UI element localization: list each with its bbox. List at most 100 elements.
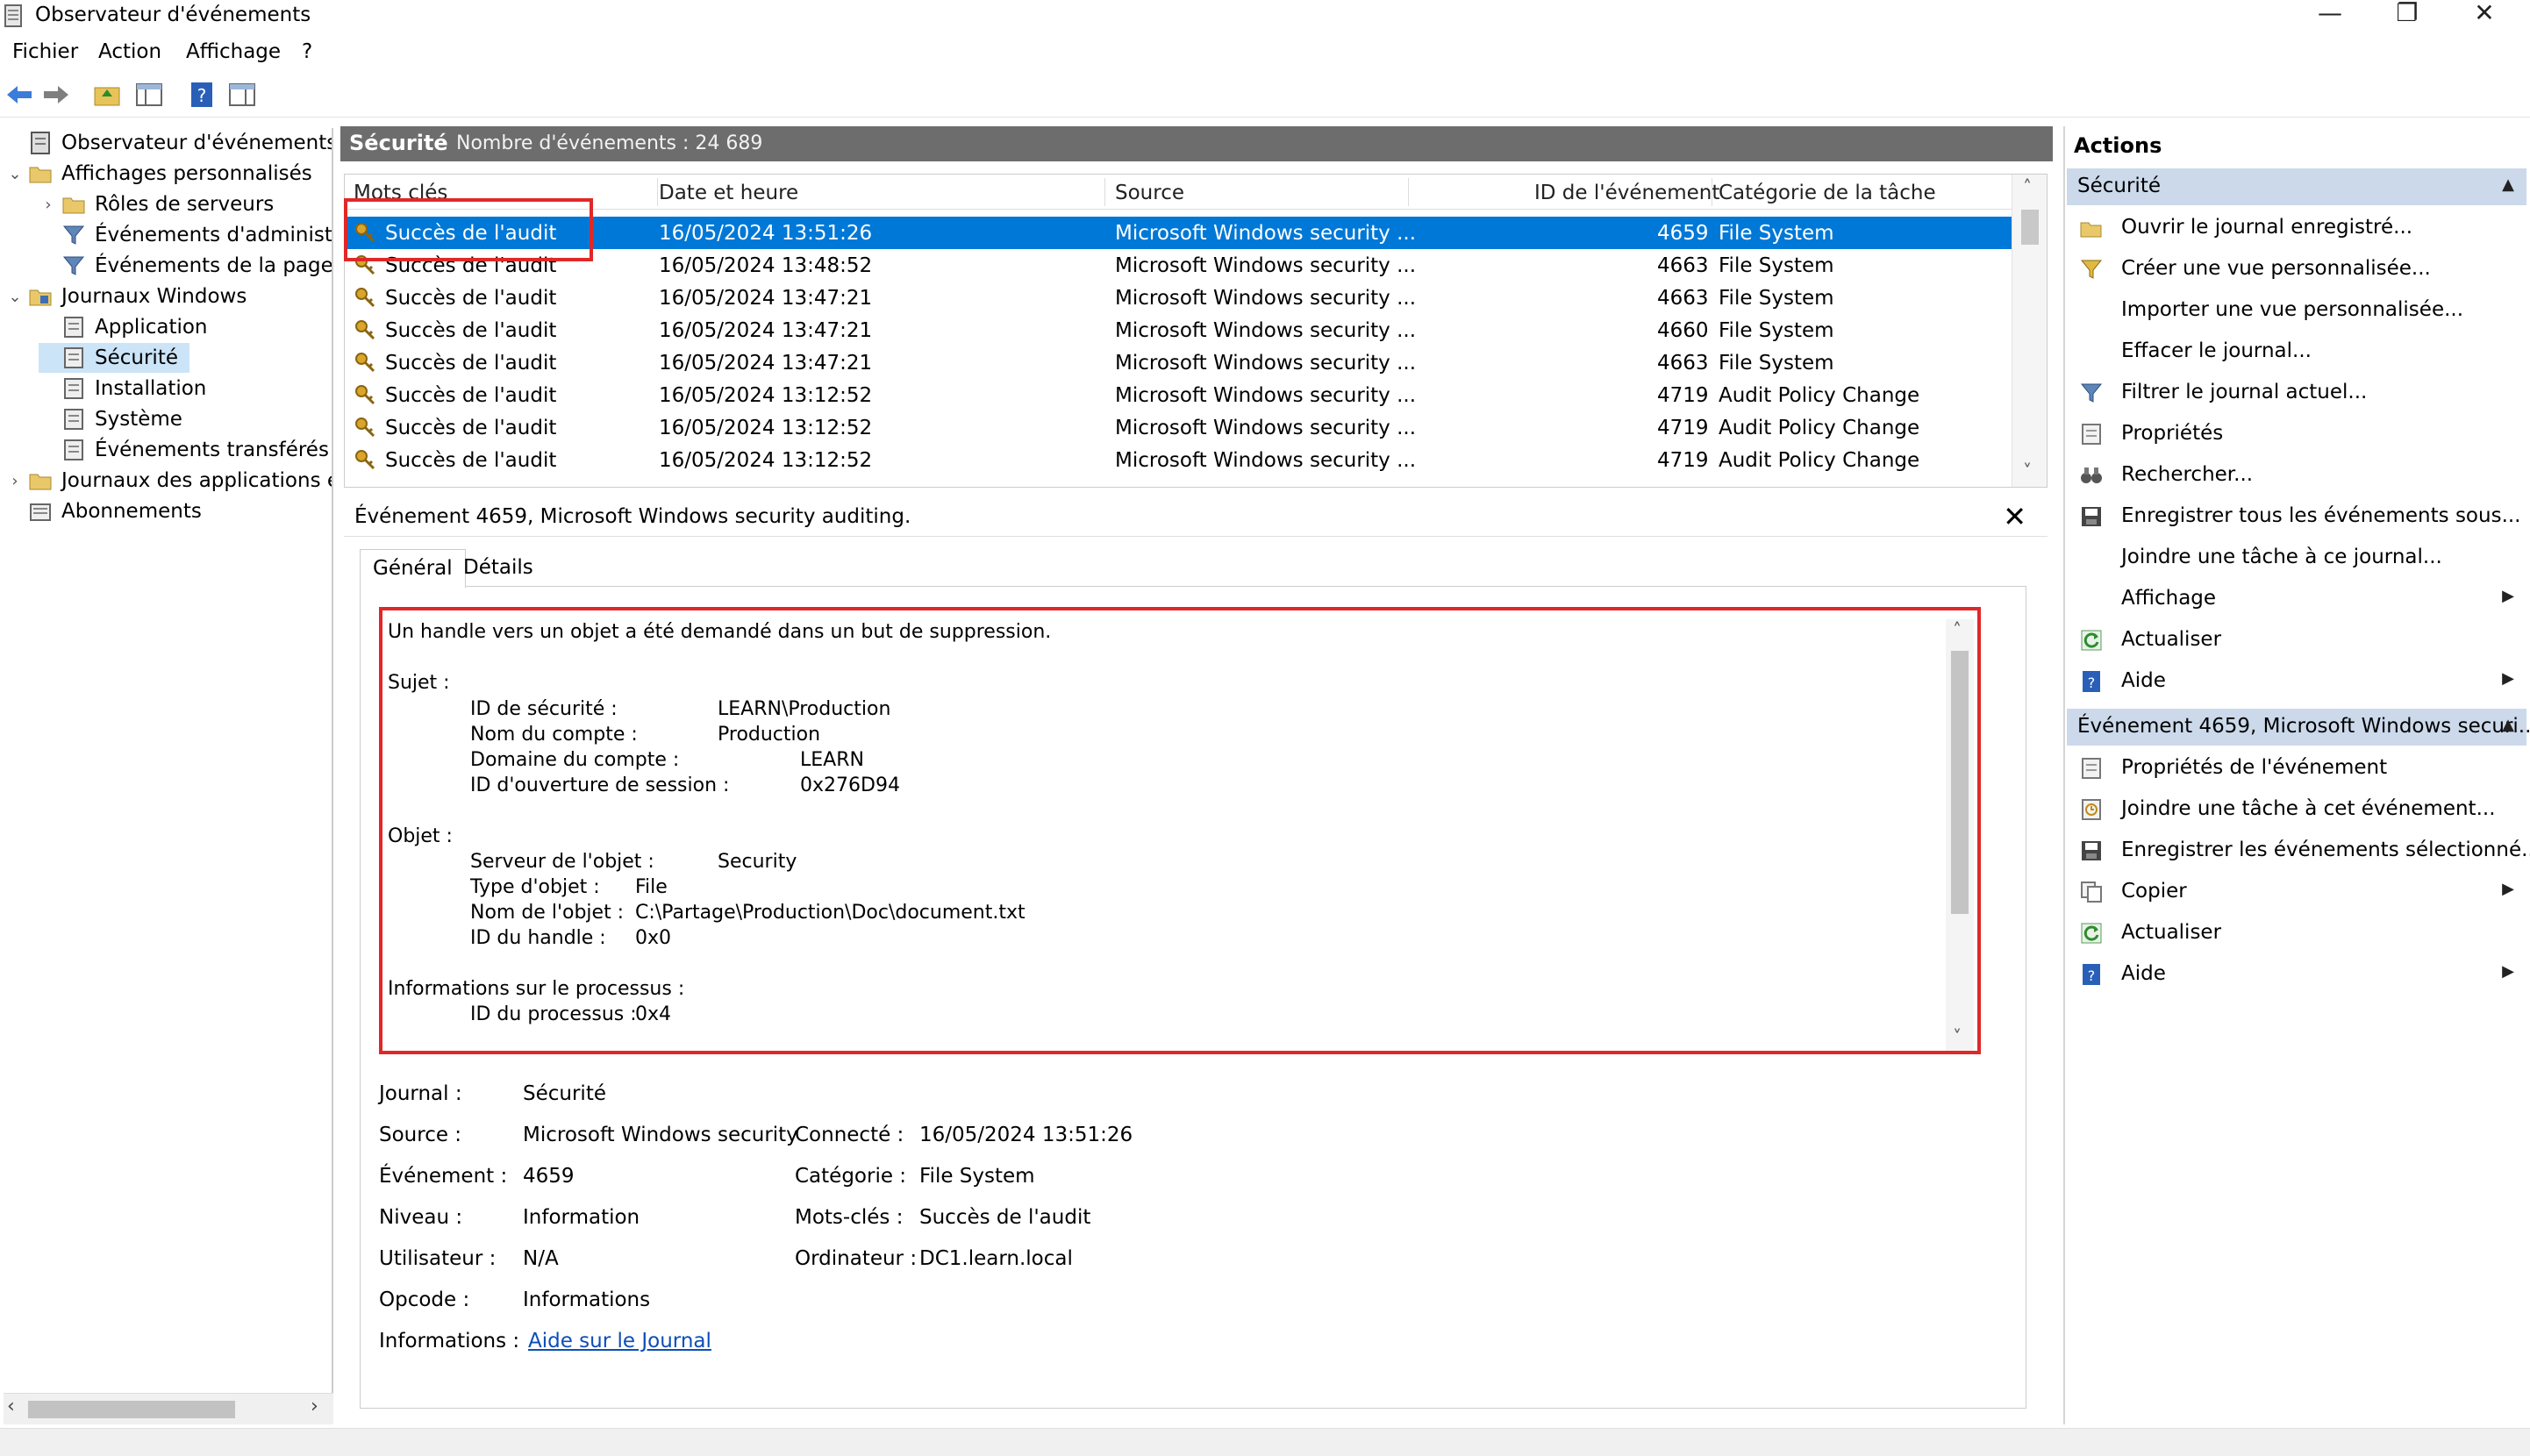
column-date[interactable]: Date et heure [659,182,798,204]
event-row[interactable]: Succès de l'audit 16/05/2024 13:12:52 Mi… [345,379,2012,411]
event-date: 16/05/2024 13:47:21 [659,319,873,342]
action-clear-log[interactable]: Effacer le journal... [2067,332,2526,371]
save-icon [2082,507,2101,526]
action-attach-task-to-log[interactable]: Joindre une tâche à ce journal... [2067,539,2526,577]
scrollbar-thumb[interactable] [1951,651,1969,914]
action-attach-task-to-event[interactable]: Joindre une tâche à cet événement... [2067,790,2526,829]
tree-twisty[interactable]: › [39,196,58,214]
action-label: Joindre une tâche à ce journal... [2121,546,2442,568]
menu-help[interactable]: ? [302,40,312,63]
action-label: Rechercher... [2121,463,2254,486]
tree-twisty[interactable]: ⌄ [5,288,25,306]
folder-up-icon[interactable] [91,79,123,111]
action-copy-submenu[interactable]: Copier ▶ [2067,873,2526,911]
help-icon[interactable]: ? [186,79,218,111]
scrollbar-thumb[interactable] [28,1401,235,1418]
column-keywords[interactable]: Mots clés [354,182,447,204]
forward-arrow-icon[interactable] [40,79,72,111]
tree-item-security[interactable]: Sécurité [39,343,189,373]
event-row[interactable]: Succès de l'audit 16/05/2024 13:47:21 Mi… [345,314,2012,346]
collapse-caret-icon[interactable]: ▲ [2502,175,2514,194]
column-divider[interactable] [657,178,658,206]
back-arrow-icon[interactable] [4,79,35,111]
event-date: 16/05/2024 13:47:21 [659,287,873,310]
action-label: Ouvrir le journal enregistré... [2121,216,2413,239]
action-label: Enregistrer tous les événements sous... [2121,504,2521,527]
event-row[interactable]: Succès de l'audit 16/05/2024 13:12:52 Mi… [345,444,2012,476]
show-hide-tree-icon[interactable] [133,79,165,111]
action-refresh[interactable]: Actualiser [2067,621,2526,660]
tab-details[interactable]: Détails [451,549,546,588]
event-row[interactable]: Succès de l'audit 16/05/2024 13:47:21 Mi… [345,282,2012,314]
tree-twisty[interactable]: › [5,472,25,490]
tree-item-page-events[interactable]: Événements de la page d [39,251,332,281]
action-import-custom-view[interactable]: Importer une vue personnalisée... [2067,291,2526,330]
action-save-selected-events[interactable]: Enregistrer les événements sélectionné..… [2067,831,2530,870]
action-save-all-events[interactable]: Enregistrer tous les événements sous... [2067,497,2526,536]
tree-item-app-service-logs[interactable]: › Journaux des applications et [5,466,332,496]
event-row[interactable]: Succès de l'audit 16/05/2024 13:47:21 Mi… [345,346,2012,379]
tree-item-installation[interactable]: Installation [39,374,206,403]
action-filter-current-log[interactable]: Filtrer le journal actuel... [2067,374,2526,412]
restore-button[interactable]: ❐ [2381,0,2434,30]
column-divider[interactable] [1408,178,1409,206]
event-row[interactable]: Succès de l'audit 16/05/2024 13:12:52 Mi… [345,411,2012,444]
close-detail-button[interactable]: ✕ [2003,500,2026,533]
tab-general[interactable]: Général [360,549,466,588]
actions-section-event[interactable]: Événement 4659, Microsoft Windows securi… [2067,709,2530,746]
scroll-left-icon[interactable]: ‹ [7,1395,15,1417]
tree-item-root[interactable]: Observateur d'événements (Loc [5,128,332,158]
prop-journal-value: Sécurité [523,1082,606,1105]
tree-twisty[interactable]: ⌄ [5,165,25,183]
close-window-button[interactable]: ✕ [2458,0,2511,30]
action-refresh[interactable]: Actualiser [2067,914,2526,953]
tree-item-custom-views[interactable]: ⌄ Affichages personnalisés [5,159,311,189]
help-icon: ? [2083,964,2100,985]
tree-item-system[interactable]: Système [39,404,182,434]
action-help-submenu[interactable]: ? Aide ▶ [2067,955,2526,994]
menu-fichier[interactable]: Fichier [12,40,78,63]
tree-item-forwarded-events[interactable]: Événements transférés [39,435,329,465]
tree-item-admin-events[interactable]: Événements d'administra [39,220,332,250]
scroll-up-icon[interactable]: ˄ [1953,619,1962,640]
event-row[interactable]: Succès de l'audit 16/05/2024 13:48:52 Mi… [345,249,2012,282]
tree-label: Sécurité [95,346,178,369]
action-label: Affichage [2121,587,2217,610]
tree-item-server-roles[interactable]: › Rôles de serveurs [39,189,274,219]
column-event-id[interactable]: ID de l'événement [1534,182,1719,204]
scrollbar-thumb[interactable] [2021,210,2039,245]
action-view-submenu[interactable]: Affichage ▶ [2067,580,2526,618]
scroll-down-icon[interactable]: ˅ [1953,1026,1962,1047]
collapse-caret-icon[interactable]: ▲ [2502,716,2514,734]
menu-action[interactable]: Action [98,40,161,63]
show-action-pane-icon[interactable] [226,79,258,111]
prop-category-label: Catégorie : [795,1165,907,1188]
event-row[interactable]: Succès de l'audit 16/05/2024 13:51:26 Mi… [345,217,2012,249]
action-help-submenu[interactable]: ? Aide ▶ [2067,662,2526,701]
menu-affichage[interactable]: Affichage [186,40,281,63]
action-create-custom-view[interactable]: Créer une vue personnalisée... [2067,250,2526,289]
scroll-up-icon[interactable]: ˄ [2023,176,2032,197]
scroll-down-icon[interactable]: ˅ [2023,460,2032,482]
action-properties[interactable]: Propriétés [2067,415,2526,453]
column-divider[interactable] [1104,178,1105,206]
action-find[interactable]: Rechercher... [2067,456,2526,495]
prop-journal-label: Journal : [379,1082,462,1105]
prop-logged-value: 16/05/2024 13:51:26 [919,1124,1133,1146]
menu-bar: Fichier Action Affichage ? [0,35,2530,67]
actions-section-security[interactable]: Sécurité ▲ [2067,168,2526,205]
scroll-right-icon[interactable]: › [311,1395,318,1417]
column-source[interactable]: Source [1115,182,1184,204]
event-log-help-link[interactable]: Aide sur le Journal [528,1330,711,1353]
minimize-button[interactable]: — [2304,0,2356,30]
event-description[interactable]: Un handle vers un objet a été demandé da… [384,614,1981,1053]
tree-item-subscriptions[interactable]: Abonnements [5,496,202,526]
event-list-vertical-scrollbar[interactable]: ˄ ˅ [2012,175,2047,487]
tree-item-application[interactable]: Application [39,312,208,342]
description-vertical-scrollbar[interactable]: ˄ ˅ [1946,619,1974,1053]
action-open-saved-log[interactable]: Ouvrir le journal enregistré... [2067,209,2526,247]
tree-item-windows-logs[interactable]: ⌄ Journaux Windows [5,282,247,311]
action-event-properties[interactable]: Propriétés de l'événement [2067,749,2526,788]
tree-horizontal-scrollbar[interactable]: ‹ › [4,1393,333,1424]
column-task-category[interactable]: Catégorie de la tâche [1719,182,1936,204]
